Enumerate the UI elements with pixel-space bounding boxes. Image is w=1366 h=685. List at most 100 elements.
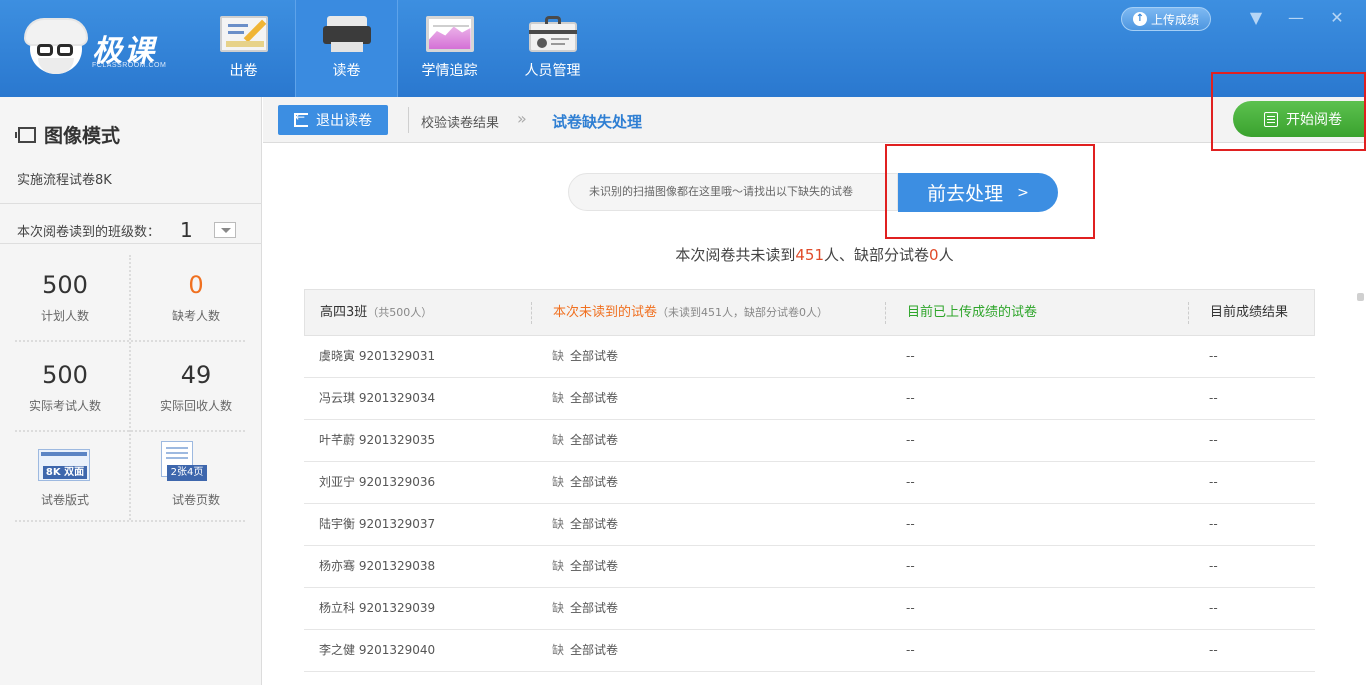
nav-item-tracking[interactable]: 学情追踪 xyxy=(398,0,501,97)
summary-mid: 人、缺部分试卷 xyxy=(824,246,930,264)
student-cell: 刘亚宁 9201329036 xyxy=(319,462,435,503)
nav-item-label: 读卷 xyxy=(332,63,361,79)
missing-value: 全部试卷 xyxy=(570,433,619,447)
stat-value: 49 xyxy=(180,361,212,389)
table-row[interactable]: 陆宇衡 9201329037 缺全部试卷 -- -- xyxy=(304,504,1315,546)
missing-value: 全部试卷 xyxy=(570,475,619,489)
start-marking-button[interactable]: 开始阅卷 xyxy=(1233,101,1366,137)
student-name: 叶芊蔚 xyxy=(319,433,356,447)
stat-label: 计划人数 xyxy=(40,309,89,323)
student-cell: 叶芊蔚 9201329035 xyxy=(319,420,435,461)
col-missing-detail: （未读到451人，缺部分试卷0人） xyxy=(657,306,829,319)
uploaded-value: -- xyxy=(906,391,915,405)
student-name: 刘亚宁 xyxy=(319,475,356,489)
divider xyxy=(408,107,409,133)
id-card-icon xyxy=(528,16,577,52)
missing-cell: 缺全部试卷 xyxy=(552,630,618,671)
mode-title: 图像模式 xyxy=(15,121,120,148)
paper-format-label: 试卷版式 xyxy=(40,493,89,507)
class-total: （共500人） xyxy=(367,306,433,319)
student-name: 李之健 xyxy=(319,643,356,657)
upload-scores-button[interactable]: ↑ 上传成绩 xyxy=(1121,7,1211,31)
student-id: 9201329040 xyxy=(358,643,436,657)
col-missing: 本次未读到的试卷 xyxy=(553,305,658,320)
paper-pages-icon: 2张4页 xyxy=(161,441,207,483)
missing-cell: 缺全部试卷 xyxy=(552,546,618,587)
go-process-button[interactable]: 前去处理 > xyxy=(898,173,1058,212)
missing-tag: 缺 xyxy=(552,433,565,447)
checklist-icon xyxy=(1264,111,1278,127)
table-row[interactable]: 虞晓寅 9201329031 缺全部试卷 -- -- xyxy=(304,336,1315,378)
scrollbar-thumb[interactable] xyxy=(1357,293,1364,301)
stat-planned: 500 计划人数 xyxy=(8,271,122,324)
table-row[interactable]: 杨亦骞 9201329038 缺全部试卷 -- -- xyxy=(304,546,1315,588)
close-icon[interactable]: ✕ xyxy=(1326,8,1348,28)
student-name: 杨立科 xyxy=(319,601,356,615)
mascot-icon xyxy=(26,20,86,74)
toolbar: 退出读卷 校验读卷结果 » 试卷缺失处理 开始阅卷 xyxy=(263,97,1366,143)
stat-label: 实际考试人数 xyxy=(28,399,101,413)
summary-partial-count: 0 xyxy=(929,246,939,264)
arrow-up-icon: ↑ xyxy=(1132,12,1147,26)
student-name: 陆宇衡 xyxy=(319,517,356,531)
paper-format-icon: 8K 双面 xyxy=(38,449,90,481)
missing-value: 全部试卷 xyxy=(570,517,619,531)
missing-tag: 缺 xyxy=(552,349,565,363)
divider xyxy=(129,255,131,520)
missing-value: 全部试卷 xyxy=(570,601,619,615)
table-row[interactable]: 杨立科 9201329039 缺全部试卷 -- -- xyxy=(304,588,1315,630)
result-value: -- xyxy=(1209,643,1218,657)
table-row[interactable]: 刘亚宁 9201329036 缺全部试卷 -- -- xyxy=(304,462,1315,504)
class-count-value: 1 xyxy=(180,218,193,242)
student-cell: 杨立科 9201329039 xyxy=(319,588,435,629)
menu-dropdown-icon[interactable]: ▼ xyxy=(1245,8,1267,28)
top-bar: 极课 FCLASSROOM.COM 出卷 读卷 学情追踪 人员管理 ↑ 上传成绩… xyxy=(0,0,1366,97)
table-row[interactable]: 李之健 9201329040 缺全部试卷 -- -- xyxy=(304,630,1315,672)
student-cell: 陆宇衡 9201329037 xyxy=(319,504,435,545)
missing-tag: 缺 xyxy=(552,559,565,573)
missing-summary: 本次阅卷共未读到451人、缺部分试卷0人 xyxy=(263,244,1366,265)
missing-tag: 缺 xyxy=(552,391,565,405)
uploaded-value: -- xyxy=(906,349,915,363)
uploaded-value: -- xyxy=(906,643,915,657)
main-content: 退出读卷 校验读卷结果 » 试卷缺失处理 开始阅卷 未识别的扫描图像都在这里哦～… xyxy=(263,97,1366,685)
missing-tag: 缺 xyxy=(552,643,565,657)
divider xyxy=(531,302,532,324)
brand-sub: FCLASSROOM.COM xyxy=(92,62,167,69)
student-cell: 虞晓寅 9201329031 xyxy=(319,336,435,377)
table-row[interactable]: 冯云琪 9201329034 缺全部试卷 -- -- xyxy=(304,378,1315,420)
class-count-dropdown[interactable] xyxy=(214,222,237,238)
exam-name: 实施流程试卷8K xyxy=(17,173,112,188)
nav-item-staff[interactable]: 人员管理 xyxy=(501,0,604,97)
nav-item-label: 人员管理 xyxy=(524,63,581,79)
double-chevron-right-icon: » xyxy=(517,109,527,128)
result-value: -- xyxy=(1209,601,1218,615)
nav-item-exam[interactable]: 出卷 xyxy=(192,0,295,97)
notice-text: 未识别的扫描图像都在这里哦～请找出以下缺失的试卷 xyxy=(568,173,898,211)
exit-icon xyxy=(294,110,308,127)
missing-value: 全部试卷 xyxy=(570,391,619,405)
result-value: -- xyxy=(1209,349,1218,363)
sidebar: 图像模式 实施流程试卷8K 本次阅卷读到的班级数： 1 500 计划人数 0 缺… xyxy=(0,97,262,685)
minimize-icon[interactable]: — xyxy=(1285,8,1307,28)
chart-monitor-icon xyxy=(425,16,474,52)
chevron-right-icon: > xyxy=(1017,184,1029,201)
stat-label: 缺考人数 xyxy=(171,309,220,323)
nav-item-read[interactable]: 读卷 xyxy=(295,0,398,97)
result-value: -- xyxy=(1209,475,1218,489)
result-value: -- xyxy=(1209,433,1218,447)
result-value: -- xyxy=(1209,391,1218,405)
missing-cell: 缺全部试卷 xyxy=(552,462,618,503)
exit-reading-button[interactable]: 退出读卷 xyxy=(278,105,388,135)
missing-tag: 缺 xyxy=(552,601,565,615)
class-count-label: 本次阅卷读到的班级数： xyxy=(17,224,161,240)
main-nav: 出卷 读卷 学情追踪 人员管理 xyxy=(192,0,604,97)
result-value: -- xyxy=(1209,517,1218,531)
table-row[interactable]: 叶芊蔚 9201329035 缺全部试卷 -- -- xyxy=(304,420,1315,462)
stat-value: 500 xyxy=(42,361,88,389)
student-id: 9201329038 xyxy=(358,559,436,573)
table-body: 虞晓寅 9201329031 缺全部试卷 -- -- 冯云琪 9201329034 缺全部… xyxy=(304,336,1315,672)
breadcrumb-prev[interactable]: 校验读卷结果 xyxy=(421,112,499,131)
student-id: 9201329031 xyxy=(358,349,436,363)
student-id: 9201329039 xyxy=(358,601,436,615)
